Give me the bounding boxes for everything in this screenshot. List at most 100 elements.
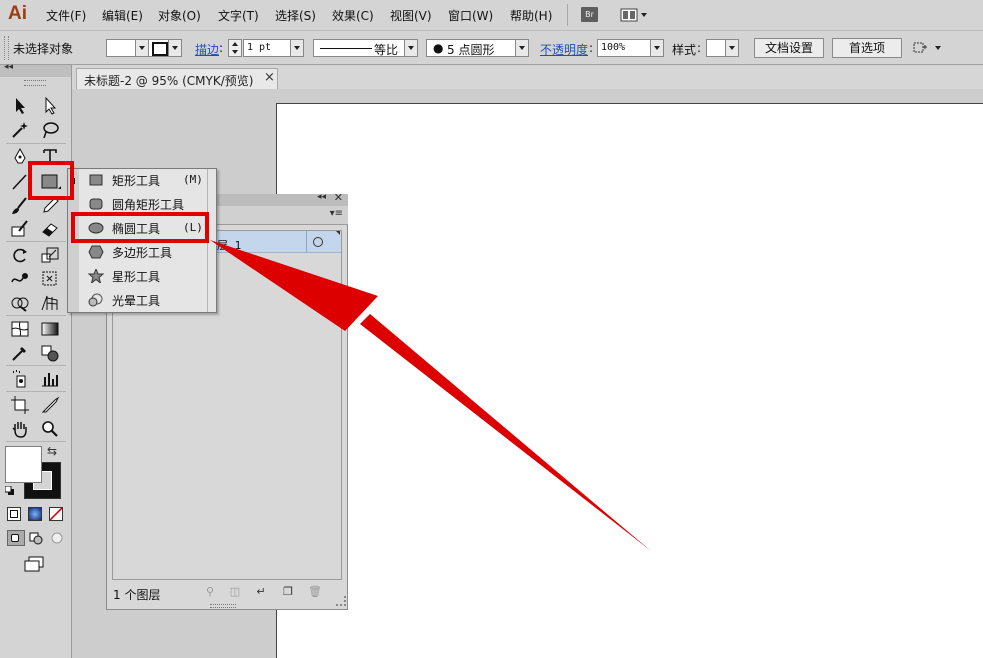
eyedropper-tool-icon[interactable] [9,342,31,364]
rectangle-icon [89,174,103,186]
panel-bottom-grip[interactable] [210,604,236,608]
collapse-panel-icon[interactable]: ◂◂ [4,62,13,72]
graphic-style-dropdown[interactable] [725,39,739,57]
fill-color-swatch[interactable] [5,446,42,483]
fill-dropdown[interactable] [135,39,149,57]
layer-target-icon[interactable] [313,237,323,247]
brush-dropdown[interactable] [515,39,529,57]
stroke-profile-dropdown[interactable] [404,39,418,57]
default-fill-stroke-icon[interactable] [4,485,15,495]
stroke-weight-input[interactable]: 1 pt [243,39,291,57]
stroke-weight-dropdown[interactable] [290,39,304,57]
flyout-item-label: 光晕工具 [112,294,161,308]
blob-brush-tool-icon[interactable] [9,218,31,240]
menu-edit[interactable]: 编辑(E) [102,7,143,24]
ellipse-tool-highlight [71,212,209,243]
zoom-tool-icon[interactable] [39,418,61,440]
magic-wand-tool-icon[interactable] [9,119,31,141]
color-mode-icon[interactable] [7,507,21,521]
draw-behind-icon[interactable] [28,530,44,546]
close-panel-icon[interactable]: ✕ [334,191,343,204]
document-tab[interactable]: 未标题-2 @ 95% (CMYK/预览) × [76,68,278,89]
free-transform-tool-icon[interactable] [39,268,61,290]
selection-tool-icon[interactable] [9,95,31,117]
flyout-item-label: 多边形工具 [112,246,173,260]
menu-file[interactable]: 文件(F) [46,7,86,24]
menu-select[interactable]: 选择(S) [275,7,316,24]
stroke-weight-stepper[interactable] [228,39,242,57]
workspace-icon [620,8,647,22]
menu-window[interactable]: 窗口(W) [448,7,493,24]
hand-tool-icon[interactable] [9,418,31,440]
rotate-tool-icon[interactable] [9,244,31,266]
slice-tool-icon[interactable] [39,394,61,416]
flyout-star-tool[interactable]: 星形工具 [80,264,206,288]
style-colon: : [697,41,702,55]
document-tab-title: 未标题-2 @ 95% (CMYK/预览) [84,74,254,88]
layer-name[interactable]: 层 1 [217,237,241,253]
draw-inside-icon[interactable] [49,530,65,546]
gradient-mode-icon[interactable] [28,507,42,521]
preferences-button[interactable]: 首选项 [832,38,902,58]
none-mode-icon[interactable] [49,507,63,521]
resize-grip-icon[interactable] [336,596,346,606]
eraser-tool-icon[interactable] [39,218,61,240]
new-layer-icon[interactable]: ❐ [282,586,294,598]
flyout-rectangle-tool[interactable]: 矩形工具 (M) [80,168,206,192]
menu-divider [567,4,568,26]
perspective-grid-tool-icon[interactable] [39,292,61,314]
shape-builder-tool-icon[interactable] [9,292,31,314]
opacity-label[interactable]: 不透明度 [540,41,588,58]
blend-tool-icon[interactable] [39,342,61,364]
artboard[interactable] [276,103,983,658]
stroke-swatch[interactable] [148,39,170,57]
stroke-profile-select[interactable]: 等比 [313,39,405,57]
warp-tool-icon[interactable] [9,268,31,290]
layers-count: 1 个图层 [113,588,161,602]
draw-normal-icon[interactable] [7,530,25,546]
flare-icon [88,293,103,307]
stroke-dropdown[interactable] [168,39,182,57]
gradient-tool-icon[interactable] [39,318,61,340]
stroke-colon: : [219,41,224,55]
swap-fill-stroke-icon[interactable]: ⇆ [47,444,57,458]
tools-divider [6,315,66,316]
delete-layer-icon[interactable]: 🗑 [308,586,322,598]
menu-help[interactable]: 帮助(H) [510,7,552,24]
screen-mode-icon[interactable] [23,556,47,572]
opacity-dropdown[interactable] [650,39,664,57]
menu-effect[interactable]: 效果(C) [332,7,374,24]
stroke-label[interactable]: 描边 [195,41,219,58]
menu-object[interactable]: 对象(O) [158,7,201,24]
control-bar-grip[interactable] [4,36,9,60]
symbol-sprayer-tool-icon[interactable] [9,368,31,390]
column-graph-tool-icon[interactable] [39,368,61,390]
graphic-style-swatch[interactable] [706,39,726,57]
app-logo: Ai [8,3,27,24]
lasso-tool-icon[interactable] [39,119,61,141]
panel-menu-icon[interactable]: ▾≡ [330,208,343,219]
arrange-documents-button[interactable] [912,40,944,56]
flyout-flare-tool[interactable]: 光晕工具 [80,288,206,312]
bridge-button[interactable]: Br [581,7,598,22]
tools-grip[interactable] [24,80,46,86]
brush-select[interactable]: ● 5 点圆形 [426,39,516,57]
collapse-panel-icon[interactable]: ◂◂ [317,192,326,202]
artboard-tool-icon[interactable] [9,394,31,416]
fill-swatch[interactable] [106,39,136,57]
tools-panel-header[interactable]: ◂◂ [0,62,71,77]
flyout-polygon-tool[interactable]: 多边形工具 [80,240,206,264]
menu-type[interactable]: 文字(T) [218,7,259,24]
mesh-tool-icon[interactable] [9,318,31,340]
make-clipping-mask-icon[interactable]: ◫ [229,586,241,598]
opacity-colon: : [589,41,594,55]
opacity-input[interactable]: 100% [597,39,651,57]
document-setup-button[interactable]: 文档设置 [754,38,824,58]
direct-selection-tool-icon[interactable] [39,95,61,117]
menu-view[interactable]: 视图(V) [390,7,432,24]
workspace-switcher[interactable] [620,7,650,23]
scale-tool-icon[interactable] [39,244,61,266]
close-tab-icon[interactable]: × [264,70,275,85]
locate-object-icon[interactable]: ⚲ [204,586,216,598]
new-sublayer-icon[interactable]: ↵ [255,586,267,598]
